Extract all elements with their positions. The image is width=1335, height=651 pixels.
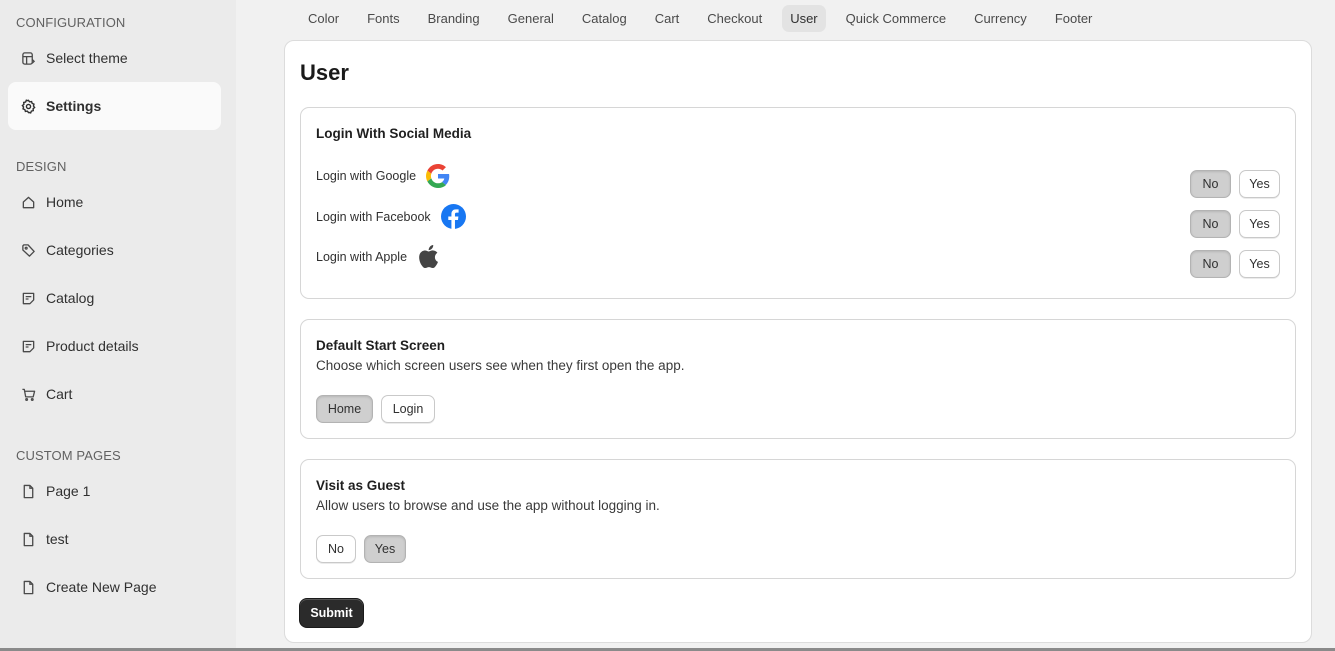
page-icon <box>20 531 36 547</box>
page-title: User <box>300 60 349 85</box>
guest-yes-button[interactable]: Yes <box>364 535 406 563</box>
gear-icon <box>20 98 36 114</box>
sidebar-item-settings[interactable]: Settings <box>8 82 221 130</box>
tab-general[interactable]: General <box>500 5 562 32</box>
row-label: Login with Facebook <box>316 209 431 224</box>
tab-checkout[interactable]: Checkout <box>699 5 770 32</box>
start-home-button[interactable]: Home <box>316 395 373 423</box>
sidebar-item-label: Create New Page <box>46 579 157 595</box>
section-label-configuration: CONFIGURATION <box>16 15 126 30</box>
tag-icon <box>20 242 36 258</box>
sidebar-item-label: Select theme <box>46 50 128 66</box>
tab-cart[interactable]: Cart <box>647 5 688 32</box>
sidebar-item-product-details[interactable]: Product details <box>8 322 221 370</box>
tab-quick-commerce[interactable]: Quick Commerce <box>838 5 954 32</box>
apple-yes-button[interactable]: Yes <box>1239 250 1280 278</box>
tab-color[interactable]: Color <box>300 5 347 32</box>
start-screen-section: Default Start Screen Choose which screen… <box>300 319 1296 439</box>
section-title: Default Start Screen <box>316 338 446 353</box>
google-login-row: Login with Google <box>316 164 450 188</box>
sidebar-item-label: Categories <box>46 242 114 258</box>
sidebar-item-label: Cart <box>46 386 73 402</box>
note-icon <box>20 290 36 306</box>
sidebar-item-select-theme[interactable]: Select theme <box>8 34 221 82</box>
sidebar-item-label: Home <box>46 194 84 210</box>
apple-icon <box>417 244 439 269</box>
sidebar-item-cart[interactable]: Cart <box>8 370 221 418</box>
sidebar-item-home[interactable]: Home <box>8 178 221 226</box>
sidebar: CONFIGURATION Select theme Settings DESI… <box>0 0 236 651</box>
tab-catalog[interactable]: Catalog <box>574 5 635 32</box>
google-icon <box>426 164 450 188</box>
section-description: Allow users to browse and use the app wi… <box>316 498 660 513</box>
sidebar-item-create-new-page[interactable]: Create New Page <box>8 563 221 611</box>
guest-section: Visit as Guest Allow users to browse and… <box>300 459 1296 579</box>
facebook-no-button[interactable]: No <box>1190 210 1231 238</box>
page-icon <box>20 579 36 595</box>
facebook-yes-button[interactable]: Yes <box>1239 210 1280 238</box>
apple-login-row: Login with Apple <box>316 244 439 269</box>
sidebar-item-label: Product details <box>46 338 139 354</box>
sidebar-item-label: Page 1 <box>46 483 91 499</box>
page-icon <box>20 483 36 499</box>
social-login-section: Login With Social Media Login with Googl… <box>300 107 1296 299</box>
sidebar-item-label: test <box>46 531 69 547</box>
tab-fonts[interactable]: Fonts <box>359 5 408 32</box>
settings-tabs: Color Fonts Branding General Catalog Car… <box>300 5 1112 32</box>
google-no-button[interactable]: No <box>1190 170 1231 198</box>
row-label: Login with Google <box>316 169 417 183</box>
section-title: Login With Social Media <box>316 126 472 141</box>
section-label-custom-pages: CUSTOM PAGES <box>16 448 121 463</box>
tab-currency[interactable]: Currency <box>966 5 1035 32</box>
sidebar-item-page-1[interactable]: Page 1 <box>8 467 221 515</box>
row-label: Login with Apple <box>316 249 408 264</box>
facebook-login-row: Login with Facebook <box>316 204 466 229</box>
sidebar-item-categories[interactable]: Categories <box>8 226 221 274</box>
cart-icon <box>20 386 36 402</box>
sidebar-item-catalog[interactable]: Catalog <box>8 274 221 322</box>
tab-user[interactable]: User <box>782 5 826 32</box>
sidebar-item-label: Catalog <box>46 290 95 306</box>
guest-no-button[interactable]: No <box>316 535 356 563</box>
section-label-design: DESIGN <box>16 159 67 174</box>
tab-branding[interactable]: Branding <box>420 5 488 32</box>
facebook-icon <box>440 204 466 229</box>
sidebar-item-label: Settings <box>46 98 102 114</box>
apple-no-button[interactable]: No <box>1190 250 1231 278</box>
google-yes-button[interactable]: Yes <box>1239 170 1280 198</box>
section-title: Visit as Guest <box>316 478 406 493</box>
home-icon <box>20 194 36 210</box>
note-icon <box>20 338 36 354</box>
section-description: Choose which screen users see when they … <box>316 358 685 373</box>
theme-icon <box>20 50 36 66</box>
tab-footer[interactable]: Footer <box>1047 5 1101 32</box>
sidebar-item-test[interactable]: test <box>8 515 221 563</box>
submit-button[interactable]: Submit <box>300 599 363 627</box>
start-login-button[interactable]: Login <box>381 395 435 423</box>
